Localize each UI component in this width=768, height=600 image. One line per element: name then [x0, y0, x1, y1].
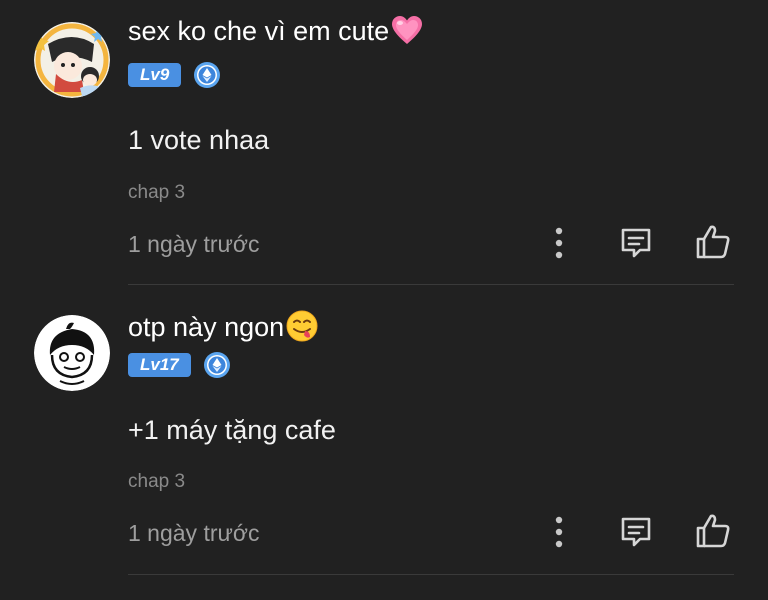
comment-item: otp này ngon Lv17 +1 máy tặng cafe chap [0, 290, 768, 580]
yum-face-emoji-icon [286, 310, 318, 349]
more-options-icon[interactable] [546, 514, 572, 550]
ethereum-badge-icon [203, 351, 231, 379]
username-text: sex ko che vì em cute [128, 16, 390, 46]
more-options-icon[interactable] [546, 225, 572, 261]
divider [128, 284, 734, 285]
reply-icon[interactable] [618, 514, 654, 550]
user-badges: Lv17 [128, 351, 231, 379]
comment-actions [540, 223, 740, 263]
ethereum-badge-icon [193, 61, 221, 89]
level-badge: Lv17 [128, 353, 191, 377]
username[interactable]: otp này ngon [128, 310, 318, 349]
timestamp: 1 ngày trước [128, 231, 260, 257]
comment-content: 1 vote nhaa [128, 125, 270, 155]
divider [128, 574, 734, 575]
chapter-link[interactable]: chap 3 [128, 182, 185, 204]
reply-icon[interactable] [618, 225, 654, 261]
chapter-link[interactable]: chap 3 [128, 471, 185, 493]
comment-item: sex ko che vì em cute Lv9 1 vote nhaa ch… [0, 0, 768, 290]
avatar[interactable] [34, 315, 110, 391]
comment-actions [540, 512, 740, 552]
pink-heart-emoji-icon [391, 16, 423, 53]
username-text: otp này ngon [128, 312, 285, 342]
like-icon[interactable] [694, 512, 732, 550]
username[interactable]: sex ko che vì em cute [128, 16, 423, 53]
level-badge: Lv9 [128, 63, 182, 87]
user-badges: Lv9 [128, 61, 221, 89]
comment-content: +1 máy tặng cafe [128, 415, 336, 445]
avatar[interactable] [34, 22, 110, 98]
like-icon[interactable] [694, 223, 732, 261]
timestamp: 1 ngày trước [128, 520, 260, 546]
